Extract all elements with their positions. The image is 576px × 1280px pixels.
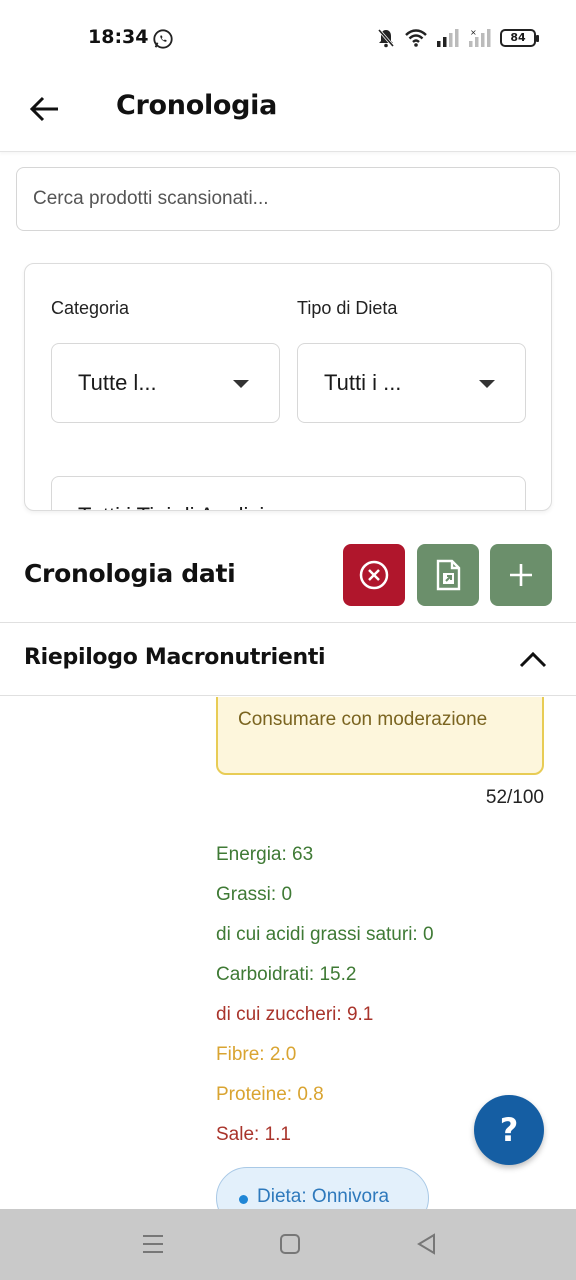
category-dropdown-value: Tutte l... bbox=[78, 370, 157, 395]
diet-chip-label: Dieta: Onnivora bbox=[257, 1186, 390, 1207]
nutrient-salt: Sale: 1.1 bbox=[216, 1124, 291, 1145]
svg-text:×: × bbox=[470, 28, 477, 37]
analysis-type-dropdown-value: Tutti i Tipi di Analisi bbox=[78, 503, 264, 510]
help-button[interactable]: ? bbox=[474, 1095, 544, 1165]
whatsapp-icon bbox=[153, 29, 173, 49]
page-title: Cronologia bbox=[116, 90, 278, 121]
search-input[interactable] bbox=[16, 167, 560, 231]
caret-down-icon bbox=[479, 380, 495, 388]
nutrient-fibre: Fibre: 2.0 bbox=[216, 1044, 297, 1065]
clear-history-button[interactable] bbox=[343, 544, 405, 606]
nutrient-carbohydrates: Carboidrati: 15.2 bbox=[216, 964, 357, 985]
nutrient-sugars: di cui zuccheri: 9.1 bbox=[216, 1004, 374, 1025]
diet-type-label: Tipo di Dieta bbox=[297, 298, 398, 318]
add-button[interactable] bbox=[490, 544, 552, 606]
back-nav-icon[interactable] bbox=[414, 1231, 440, 1257]
export-icon bbox=[436, 559, 461, 591]
arrow-left-icon[interactable] bbox=[28, 92, 62, 126]
filter-card: Categoria Tipo di Dieta Tutte l... Tutti… bbox=[24, 263, 552, 511]
history-header: Cronologia dati bbox=[0, 527, 576, 623]
macro-summary-header[interactable]: Riepilogo Macronutrienti bbox=[0, 623, 576, 696]
diet-chip: Dieta: Onnivora bbox=[216, 1167, 429, 1209]
home-icon[interactable] bbox=[277, 1231, 303, 1257]
export-button[interactable] bbox=[417, 544, 479, 606]
signal-icon: × bbox=[469, 28, 491, 47]
category-dropdown[interactable]: Tutte l... bbox=[51, 343, 280, 423]
app-bar: Cronologia bbox=[0, 76, 576, 152]
analysis-type-dropdown[interactable]: Tutti i Tipi di Analisi bbox=[51, 476, 526, 510]
menu-icon[interactable] bbox=[140, 1231, 166, 1257]
wifi-icon bbox=[405, 29, 427, 47]
nutrient-energy: Energia: 63 bbox=[216, 844, 314, 865]
chevron-up-icon[interactable] bbox=[518, 647, 548, 671]
diet-dot-icon bbox=[239, 1195, 248, 1204]
signal-icon bbox=[437, 29, 459, 47]
status-time: 18:34 bbox=[88, 26, 149, 48]
status-bar: 18:34 × 84 bbox=[0, 0, 576, 76]
product-score: 52/100 bbox=[485, 787, 544, 808]
diet-type-dropdown[interactable]: Tutti i ... bbox=[297, 343, 526, 423]
nutrient-saturated-fat: di cui acidi grassi saturi: 0 bbox=[216, 924, 434, 945]
nutrient-fat: Grassi: 0 bbox=[216, 884, 293, 905]
diet-type-dropdown-value: Tutti i ... bbox=[324, 370, 402, 395]
status-icons: × 84 bbox=[376, 26, 539, 50]
nutrient-protein: Proteine: 0.8 bbox=[216, 1084, 324, 1105]
bell-off-icon bbox=[377, 29, 395, 48]
add-icon bbox=[510, 564, 532, 586]
clear-icon bbox=[359, 560, 389, 590]
history-title: Cronologia dati bbox=[24, 559, 236, 588]
moderation-warning: Consumare con moderazione bbox=[216, 697, 544, 775]
caret-down-icon bbox=[233, 380, 249, 388]
category-label: Categoria bbox=[51, 298, 130, 318]
system-nav-bar bbox=[0, 1209, 576, 1280]
battery-icon: 84 bbox=[500, 29, 539, 47]
macro-summary-title: Riepilogo Macronutrienti bbox=[24, 645, 326, 670]
